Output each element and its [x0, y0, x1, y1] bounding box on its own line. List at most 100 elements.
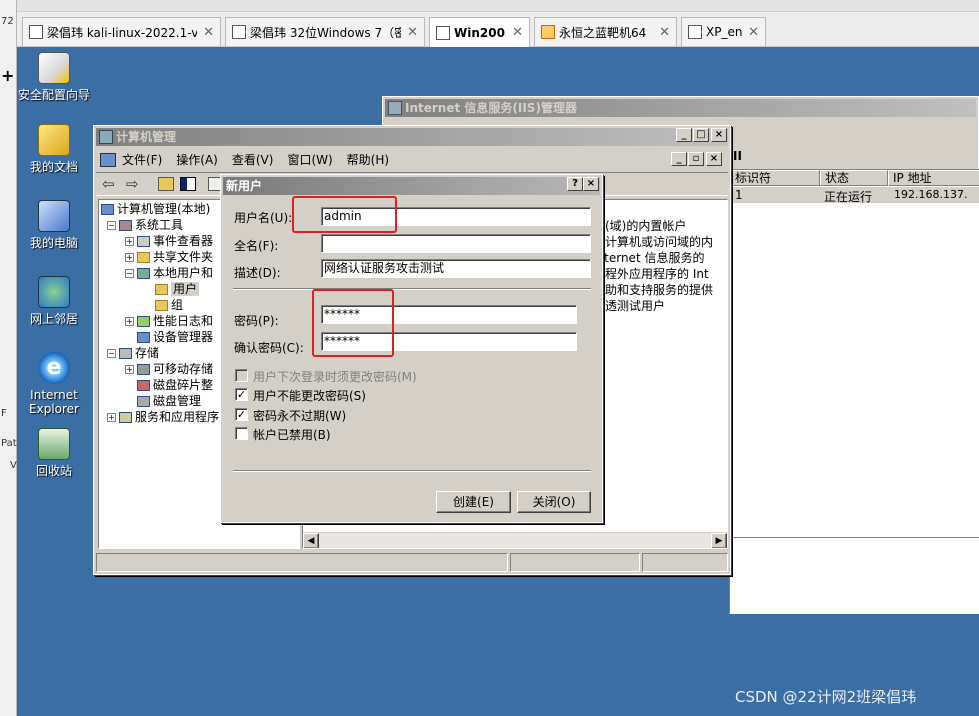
vmware-toolbar-edge: [17, 0, 979, 12]
collapse-icon[interactable]: −: [107, 349, 116, 358]
event-viewer-icon: [137, 236, 150, 247]
must-change-password-label: 用户下次登录时须更改密码(M): [253, 370, 417, 384]
minimize-icon[interactable]: _: [676, 128, 692, 142]
divider: [233, 288, 591, 290]
child-restore-icon[interactable]: ▫: [688, 152, 704, 166]
cell-id: 1: [735, 188, 743, 202]
close-icon[interactable]: ✕: [512, 25, 523, 40]
close-button[interactable]: 关闭(O): [517, 491, 591, 513]
fullname-label: 全名(F):: [234, 239, 279, 253]
help-icon[interactable]: ?: [567, 177, 583, 191]
child-close-icon[interactable]: ×: [706, 152, 722, 166]
vm-tab-win2003[interactable]: Win2003 ✕: [429, 17, 530, 47]
tree-label: 系统工具: [135, 218, 184, 232]
close-icon[interactable]: ✕: [748, 25, 759, 40]
expand-icon[interactable]: +: [125, 317, 134, 326]
account-disabled-checkbox[interactable]: [235, 427, 248, 440]
password-never-expires-checkbox[interactable]: ✓: [235, 408, 248, 421]
fullname-field[interactable]: [321, 234, 591, 253]
expand-icon[interactable]: +: [125, 253, 134, 262]
collapse-icon[interactable]: −: [107, 221, 116, 230]
dialog-title: 新用户: [226, 179, 263, 193]
tree-label: 共享文件夹: [153, 250, 214, 264]
divider: [233, 470, 591, 472]
scroll-left-icon[interactable]: ◀: [303, 533, 319, 548]
tab-label: 梁倡玮 32位Windows 7（密...: [250, 25, 402, 40]
vm-tab-xp[interactable]: XP_en ✕: [681, 17, 766, 46]
tree-label: 用户: [171, 282, 200, 296]
menu-help[interactable]: 帮助(H): [347, 150, 389, 170]
list-item[interactable]: 机(域)的内置帐户: [593, 218, 727, 234]
must-change-password-checkbox[interactable]: [235, 369, 248, 382]
desktop-icon-network[interactable]: 网上邻居: [16, 276, 92, 326]
compmgmt-title-bar[interactable]: 计算机管理: [96, 128, 728, 146]
vm-icon: [29, 25, 43, 39]
tree-label: 组: [171, 298, 184, 312]
desktop-icon-ie[interactable]: e Internet Explorer: [16, 352, 92, 416]
child-minimize-icon[interactable]: _: [671, 152, 687, 166]
close-icon[interactable]: ✕: [407, 25, 418, 40]
close-icon[interactable]: ×: [711, 128, 727, 142]
vm-warning-icon: [541, 25, 555, 39]
menu-file[interactable]: 文件(F): [122, 150, 162, 170]
table-row[interactable]: 1 正在运行 192.168.137.: [730, 187, 979, 204]
new-user-title-bar[interactable]: 新用户: [223, 177, 600, 195]
iis-app-icon: [388, 101, 402, 115]
list-item[interactable]: 帮助和支持服务的提供: [593, 282, 727, 298]
desktop-icon-my-computer[interactable]: 我的电脑: [16, 200, 92, 250]
maximize-icon[interactable]: □: [693, 128, 709, 142]
vm-icon: [436, 25, 450, 40]
cannot-change-password-checkbox[interactable]: ✓: [235, 388, 248, 401]
vm-tab-eternalblue[interactable]: 永恒之蓝靶机64 ✕: [534, 17, 677, 46]
up-folder-icon[interactable]: [158, 177, 174, 191]
expand-icon[interactable]: +: [125, 365, 134, 374]
collapse-icon[interactable]: −: [125, 269, 134, 278]
vm-tab-win7[interactable]: 梁倡玮 32位Windows 7（密... ✕: [225, 17, 425, 46]
list-item[interactable]: 问计算机或访问域的内: [593, 234, 727, 250]
computer-management-icon: [99, 130, 113, 144]
show-tree-icon[interactable]: [180, 177, 196, 191]
desktop-icon-my-documents[interactable]: 我的文档: [16, 124, 92, 174]
close-icon[interactable]: ×: [583, 177, 599, 191]
forward-arrow-icon[interactable]: ⇨: [126, 175, 139, 193]
column-header-ip[interactable]: IP 地址: [888, 170, 979, 186]
computer-icon: [101, 204, 114, 215]
desktop-icon-label: 我的文档: [29, 160, 78, 174]
column-header-id[interactable]: 标识符: [730, 170, 820, 186]
desktop-icon-security-wizard[interactable]: 安全配置向导: [16, 52, 92, 102]
description-field[interactable]: 网络认证服务攻击测试: [321, 259, 591, 278]
tools-icon: [119, 220, 132, 231]
vm-tab-kali[interactable]: 梁倡玮 kali-linux-2022.1-vmw... ✕: [22, 17, 221, 46]
close-icon[interactable]: ✕: [659, 25, 670, 40]
menu-view[interactable]: 查看(V): [232, 150, 274, 170]
list-item[interactable]: Internet 信息服务的: [593, 250, 727, 266]
desktop-icon-recycle-bin[interactable]: 回收站: [16, 428, 92, 478]
security-wizard-icon: [38, 52, 70, 84]
expand-icon[interactable]: +: [107, 413, 116, 422]
performance-icon: [137, 316, 150, 327]
new-user-dialog[interactable]: 新用户 ? × 用户名(U): admin 全名(F): 描述(D): 网络认证…: [220, 174, 603, 523]
tree-label: 计算机管理(本地): [117, 202, 211, 216]
list-item[interactable]: 进程外应用程序的 Int: [593, 266, 727, 282]
tree-label: 性能日志和: [153, 314, 214, 328]
defrag-icon: [137, 380, 150, 391]
add-icon[interactable]: +: [1, 66, 14, 85]
vm-icon: [688, 25, 702, 39]
menu-action[interactable]: 操作(A): [176, 150, 218, 170]
iis-status-bar: [729, 537, 979, 555]
expand-icon[interactable]: +: [125, 237, 134, 246]
back-arrow-icon[interactable]: ⇦: [102, 175, 115, 193]
iis-title-bar[interactable]: Internet 信息服务(IIS)管理器: [385, 99, 976, 117]
list-item[interactable]: 参透测试用户: [593, 298, 727, 314]
network-icon: [38, 276, 70, 308]
disk-icon: [137, 396, 150, 407]
create-button[interactable]: 创建(E): [436, 491, 511, 513]
close-icon[interactable]: ✕: [203, 25, 214, 40]
horizontal-scrollbar[interactable]: ◀ ▶: [303, 532, 727, 548]
pause-icon[interactable]: II: [733, 149, 742, 163]
tree-label: 磁盘碎片整: [153, 378, 214, 392]
menu-window[interactable]: 窗口(W): [287, 150, 332, 170]
column-header-status[interactable]: 状态: [820, 170, 888, 186]
cell-ip: 192.168.137.: [894, 188, 968, 201]
scroll-right-icon[interactable]: ▶: [711, 533, 727, 548]
